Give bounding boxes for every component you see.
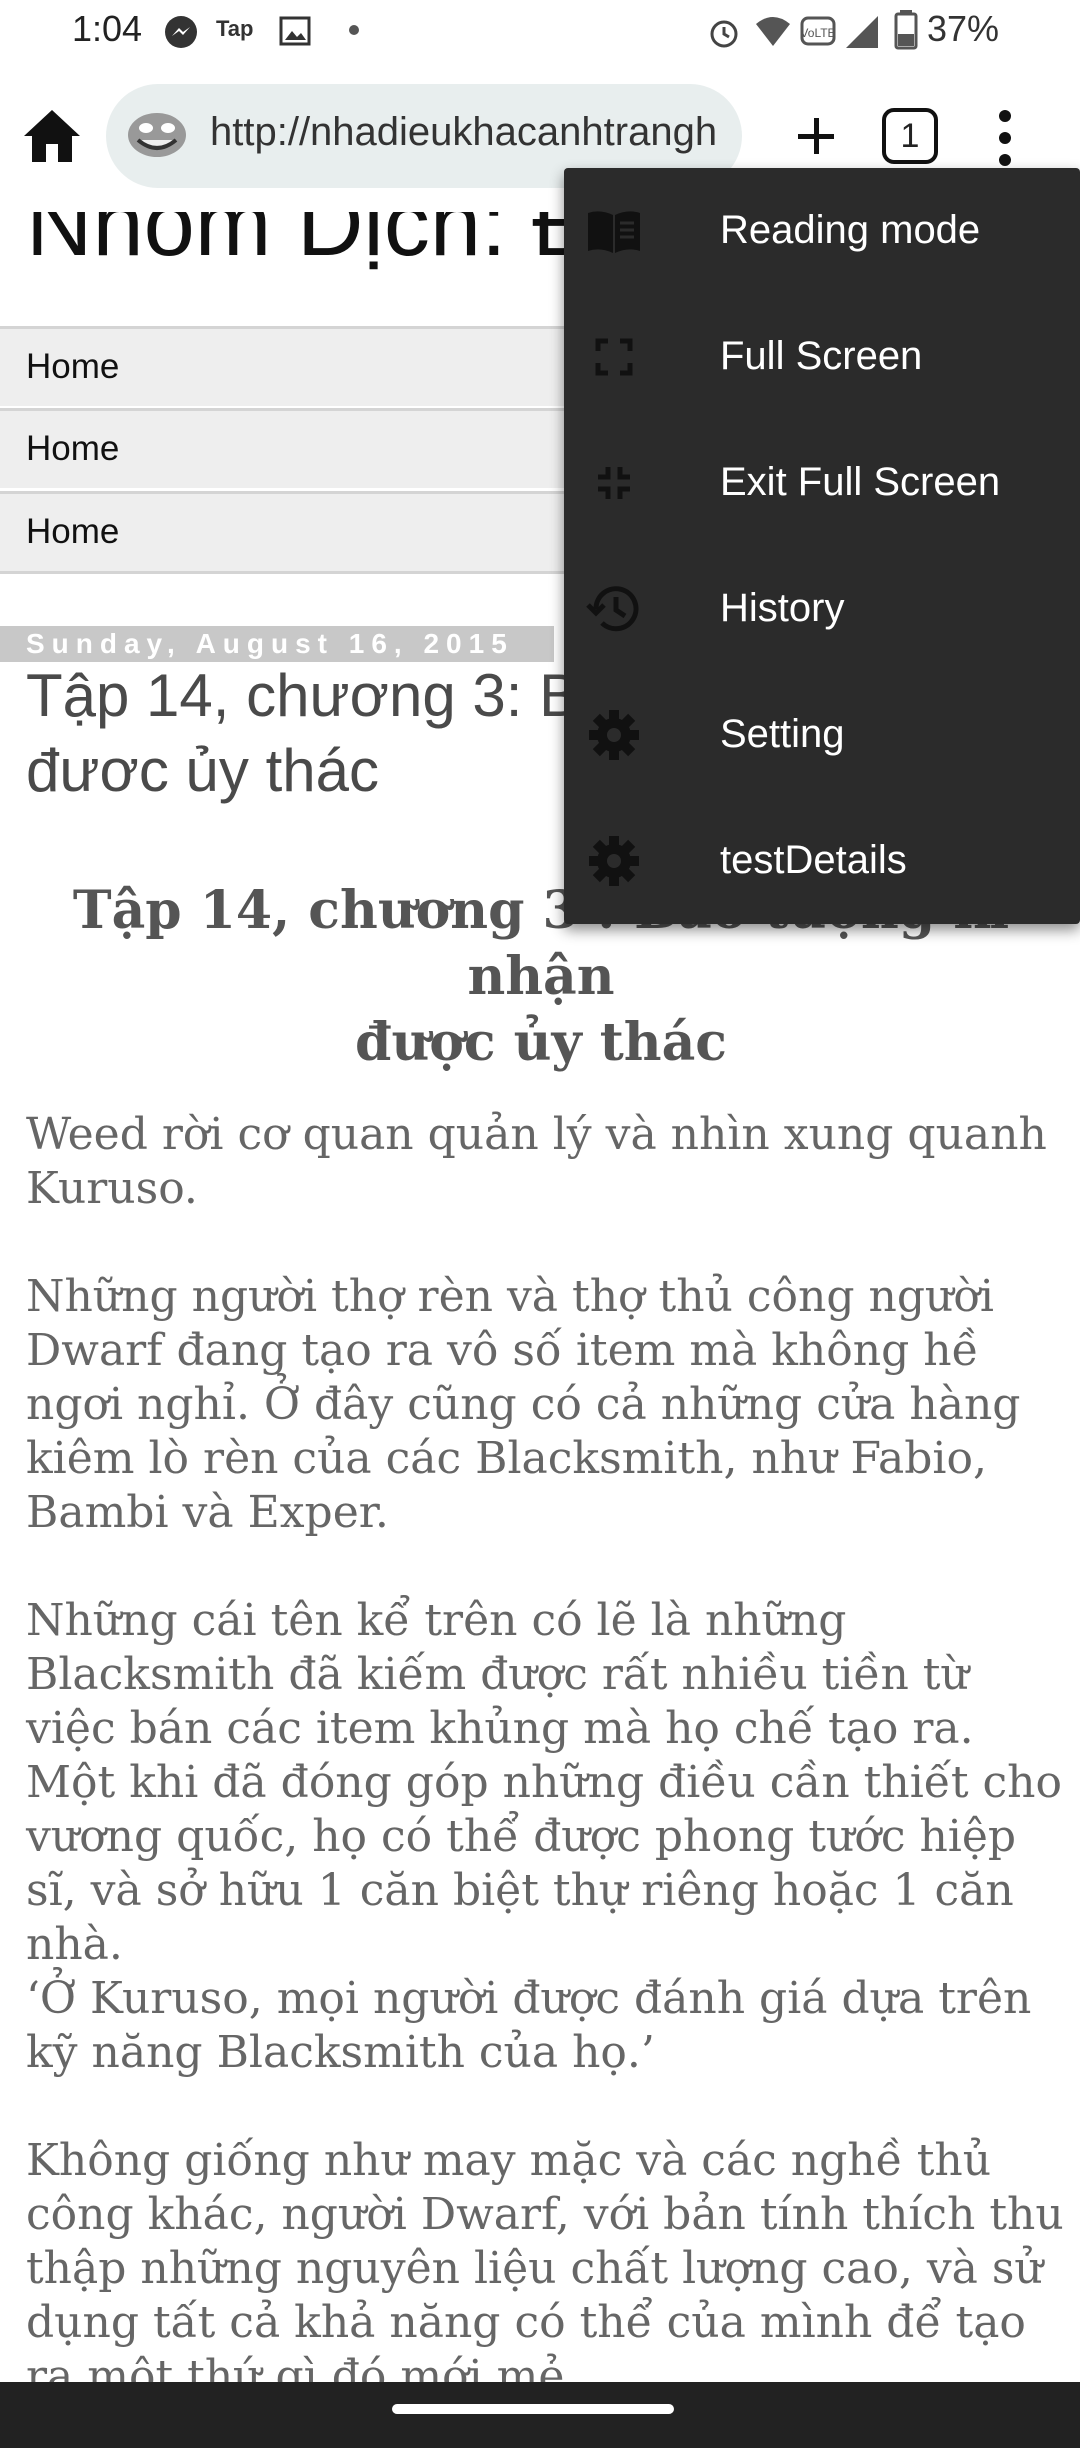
menu-item-label: testDetails [720,838,907,882]
alarm-icon [710,20,738,48]
status-time: 1:04 [72,8,143,49]
nav-link-home[interactable]: Home [26,429,119,469]
status-bar: 1:04 Tap VoLTE 37% [0,0,1080,64]
paragraph: Weed rời cơ quan quản lý và nhìn xung qu… [26,1109,1047,1214]
tab-switcher-button[interactable]: 1 [882,108,938,164]
gallery-icon [279,16,311,46]
tap-icon: Tap [216,16,254,41]
paragraph: Không giống như may mặc và các nghề thủ … [26,2135,1064,2382]
overflow-menu: Reading mode Full Screen Exit Full Scree… [564,168,1080,924]
fullscreen-icon [595,338,633,376]
more-options-icon[interactable] [990,108,1020,168]
reading-mode-icon [588,211,640,253]
nav-link-home[interactable]: Home [26,347,119,387]
battery-percent: 37% [927,8,1000,49]
home-gesture-pill[interactable] [392,2404,674,2414]
dot-icon [349,25,359,35]
system-nav-bar [0,2382,1080,2448]
battery-icon [894,10,918,50]
menu-item-reading-mode[interactable]: Reading mode [564,168,1080,294]
menu-item-label: History [720,586,845,630]
site-favicon-icon [128,113,186,157]
home-icon[interactable] [20,104,84,168]
menu-item-label: Exit Full Screen [720,460,1001,504]
menu-item-setting[interactable]: Setting [564,672,1080,798]
menu-item-exit-full-screen[interactable]: Exit Full Screen [564,420,1080,546]
signal-icon [846,16,878,48]
blog-title[interactable]: Nhóm Dịch: Đ [26,212,599,277]
svg-text:VoLTE: VoLTE [800,26,835,40]
menu-item-history[interactable]: History [564,546,1080,672]
url-text[interactable]: http://nhadieukhacanhtrangh [210,110,730,155]
gear-icon [589,710,639,760]
wifi-icon [756,17,790,46]
paragraph: ‘Ở Kuruso, mọi người được đánh giá dựa t… [26,1973,1032,2078]
exit-fullscreen-icon [598,467,630,499]
post-date: Sunday, August 16, 2015 [0,626,554,662]
gear-icon [589,836,639,886]
messenger-icon [165,16,197,48]
nav-link-home[interactable]: Home [26,512,119,552]
paragraph: Những người thợ rèn và thợ thủ công ngườ… [26,1271,1021,1538]
volte-icon: VoLTE [800,16,836,46]
menu-item-label: Full Screen [720,334,923,378]
history-icon [586,586,639,632]
paragraph: Những cái tên kể trên có lẽ là những Bla… [26,1595,1062,1970]
new-tab-icon[interactable] [788,104,844,168]
menu-item-label: Setting [720,712,845,756]
menu-item-label: Reading mode [720,208,981,252]
menu-item-full-screen[interactable]: Full Screen [564,294,1080,420]
menu-item-test-details[interactable]: testDetails [564,798,1080,924]
